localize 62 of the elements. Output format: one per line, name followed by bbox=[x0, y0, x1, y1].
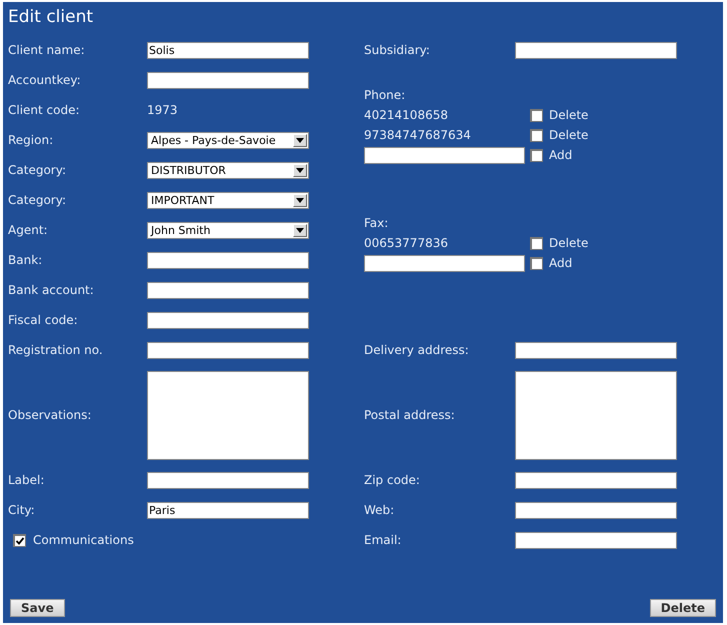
checkbox[interactable] bbox=[530, 128, 543, 142]
field-label: Registration no. bbox=[8, 343, 104, 357]
checkbox-label: Delete bbox=[549, 108, 588, 122]
field-label: Client code: bbox=[8, 103, 81, 117]
field-label: Email: bbox=[364, 533, 402, 547]
text-field[interactable] bbox=[364, 146, 525, 164]
text-field[interactable] bbox=[515, 42, 677, 58]
field-label: Bank: bbox=[8, 253, 44, 267]
checkbox-label: Add bbox=[549, 256, 572, 270]
text-area[interactable] bbox=[147, 370, 309, 460]
field-label: Accountkey: bbox=[8, 73, 82, 87]
field-label: Category: bbox=[8, 193, 67, 207]
dropdown[interactable]: John Smith bbox=[147, 222, 309, 238]
text-field[interactable] bbox=[515, 502, 677, 518]
text-field[interactable]: Solis bbox=[147, 42, 309, 58]
text-field[interactable] bbox=[515, 342, 677, 358]
checkbox-label: Communications bbox=[33, 533, 135, 547]
phone-number: 97384747687634 bbox=[364, 128, 472, 142]
field-label: Bank account: bbox=[8, 283, 95, 297]
checkbox[interactable] bbox=[530, 108, 543, 122]
text-field[interactable] bbox=[147, 342, 309, 358]
field-label: Region: bbox=[8, 133, 54, 147]
field-label: Observations: bbox=[8, 408, 92, 422]
checkbox[interactable] bbox=[530, 256, 543, 270]
checkbox[interactable] bbox=[530, 148, 543, 162]
text-field[interactable] bbox=[364, 254, 525, 272]
checkbox-label: Add bbox=[549, 148, 572, 162]
checkbox-label: Delete bbox=[549, 128, 588, 142]
field-label: Agent: bbox=[8, 223, 49, 237]
field-label: Fiscal code: bbox=[8, 313, 79, 327]
text-area[interactable] bbox=[515, 370, 677, 460]
phone-number: 00653777836 bbox=[364, 236, 449, 250]
checkbox[interactable] bbox=[13, 534, 26, 546]
delete-button[interactable]: Delete bbox=[650, 599, 716, 617]
field-label: Delivery address: bbox=[364, 343, 470, 357]
dropdown[interactable]: Alpes - Pays-de-Savoie bbox=[147, 132, 309, 148]
field-label: City: bbox=[8, 503, 36, 517]
checkbox[interactable] bbox=[530, 236, 543, 250]
group-label: Phone: bbox=[364, 87, 406, 104]
field-label: Zip code: bbox=[364, 473, 421, 487]
field-value: 1973 bbox=[147, 103, 178, 117]
text-field[interactable]: Paris bbox=[147, 502, 309, 518]
text-field[interactable] bbox=[147, 312, 309, 328]
text-field[interactable] bbox=[147, 282, 309, 298]
dropdown[interactable]: DISTRIBUTOR bbox=[147, 162, 309, 178]
field-label: Web: bbox=[364, 503, 396, 517]
field-label: Category: bbox=[8, 163, 67, 177]
phone-number: 40214108658 bbox=[364, 108, 449, 122]
form-title: Edit client bbox=[7, 6, 94, 29]
group-label: Fax: bbox=[364, 215, 390, 232]
text-field[interactable] bbox=[147, 472, 309, 488]
save-button[interactable]: Save bbox=[10, 599, 65, 617]
field-label: Postal address: bbox=[364, 408, 456, 422]
text-field[interactable] bbox=[147, 252, 309, 268]
text-field[interactable] bbox=[515, 532, 677, 548]
field-label: Subsidiary: bbox=[364, 43, 431, 57]
field-label: Label: bbox=[8, 473, 46, 487]
checkbox-label: Delete bbox=[549, 236, 588, 250]
text-field[interactable] bbox=[515, 472, 677, 488]
text-field[interactable] bbox=[147, 72, 309, 88]
dropdown[interactable]: IMPORTANT bbox=[147, 192, 309, 208]
field-label: Client name: bbox=[8, 43, 86, 57]
